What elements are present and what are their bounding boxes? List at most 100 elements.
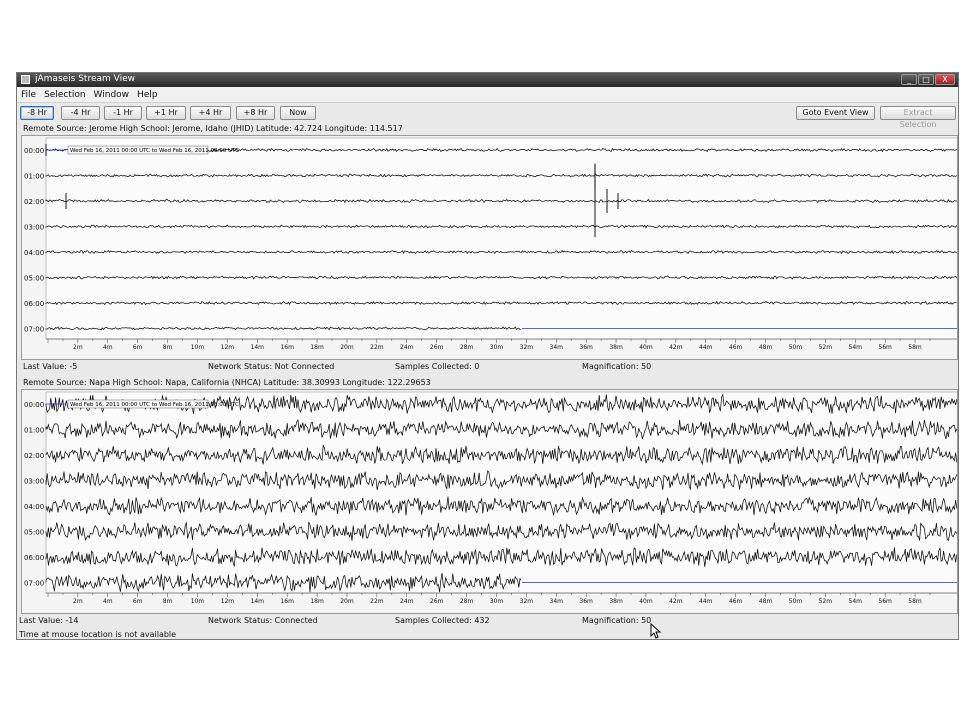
minute-tick-label: 20m	[340, 598, 354, 605]
minute-tick-label: 30m	[490, 598, 504, 605]
minute-tick-label: 44m	[699, 598, 713, 605]
minute-tick-label: 56m	[878, 598, 892, 605]
minute-tick-label: 16m	[280, 344, 294, 351]
title-bar[interactable]: jAmaseis Stream View _ □ X	[17, 73, 958, 87]
minute-tick-label: 52m	[819, 598, 833, 605]
stream2-seismogram[interactable]: 00:00 01:00 02:00 03:00 04:00 05:00 06:00 07:00…	[22, 390, 957, 613]
stream1-samples: Samples Collected: 0	[395, 362, 480, 371]
hour-label: 03:00	[24, 224, 44, 232]
extract-selection-button: Extract Selection	[880, 106, 956, 129]
stream2-source-label: Remote Source: Napa High School: Napa, C…	[23, 378, 431, 387]
minute-tick-label: 34m	[550, 344, 564, 351]
menu-bar: File Selection Window Help	[17, 87, 958, 103]
minute-tick-label: 24m	[400, 344, 414, 351]
minute-tick-label: 18m	[310, 344, 324, 351]
minute-tick-label: 32m	[520, 598, 534, 605]
stream1-source-label: Remote Source: Jerome High School: Jerom…	[23, 124, 403, 133]
menu-file[interactable]: File	[21, 90, 36, 100]
minute-tick-label: 6m	[133, 598, 143, 605]
stream2-status: Last Value: -14 Network Status: Connecte…	[19, 616, 958, 626]
minute-tick-label: 46m	[729, 598, 743, 605]
minute-tick-label: 46m	[729, 344, 743, 351]
stream1-plot-panel[interactable]: 00:00 01:00 02:00 03:00 04:00 05:00 06:00 07:00…	[21, 135, 958, 360]
minute-tick-label: 40m	[639, 344, 653, 351]
minute-tick-label: 24m	[400, 598, 414, 605]
minute-tick-label: 12m	[221, 598, 235, 605]
minute-tick-label: 20m	[340, 344, 354, 351]
hour-label: 06:00	[24, 554, 44, 562]
hour-label: 00:00	[24, 147, 44, 155]
hour-label: 05:00	[24, 529, 44, 537]
minute-tick-label: 42m	[669, 344, 683, 351]
plus-4-hr-button[interactable]: +4 Hr	[190, 106, 231, 120]
minute-tick-label: 10m	[191, 344, 205, 351]
stream1-seismogram[interactable]: 00:00 01:00 02:00 03:00 04:00 05:00 06:00 07:00…	[22, 136, 957, 359]
menu-selection[interactable]: Selection	[44, 90, 85, 100]
minute-tick-label: 12m	[221, 344, 235, 351]
minute-tick-label: 58m	[908, 598, 922, 605]
minute-tick-label: 58m	[908, 344, 922, 351]
minute-tick-label: 6m	[133, 344, 143, 351]
minute-tick-label: 18m	[310, 598, 324, 605]
minute-tick-label: 54m	[849, 344, 863, 351]
time-range-label: Wed Feb 16, 2011 00:00 UTC to Wed Feb 16…	[67, 399, 239, 409]
minute-tick-label: 28m	[460, 598, 474, 605]
minute-tick-label: 2m	[73, 598, 83, 605]
minute-tick-label: 48m	[759, 344, 773, 351]
goto-event-view-button[interactable]: Goto Event View	[796, 106, 875, 120]
minute-tick-label: 36m	[579, 598, 593, 605]
minute-tick-label: 54m	[849, 598, 863, 605]
hour-label: 04:00	[24, 503, 44, 511]
minute-tick-label: 40m	[639, 598, 653, 605]
minute-tick-label: 10m	[191, 598, 205, 605]
minute-tick-label: 50m	[789, 598, 803, 605]
minute-tick-label: 56m	[878, 344, 892, 351]
minute-tick-label: 8m	[163, 344, 173, 351]
hour-label: 02:00	[24, 198, 44, 206]
hour-label: 06:00	[24, 300, 44, 308]
hour-label: 01:00	[24, 173, 44, 181]
hour-label: 05:00	[24, 275, 44, 283]
minute-tick-label: 2m	[73, 344, 83, 351]
hour-label: 03:00	[24, 478, 44, 486]
minute-tick-label: 4m	[103, 598, 113, 605]
stream2-network-status: Network Status: Connected	[208, 616, 318, 625]
window-title: jAmaseis Stream View	[35, 74, 135, 84]
now-button[interactable]: Now	[280, 106, 316, 120]
minus-1-hr-button[interactable]: -1 Hr	[104, 106, 142, 120]
minimize-icon[interactable]: _	[901, 74, 917, 85]
minute-tick-label: 50m	[789, 344, 803, 351]
time-range-label: Wed Feb 16, 2011 00:00 UTC to Wed Feb 16…	[67, 145, 239, 155]
stream2-last-value: Last Value: -14	[19, 616, 79, 625]
svg-text:Wed Feb 16, 2011 00:00 UTC to: Wed Feb 16, 2011 00:00 UTC to Wed Feb 16…	[70, 148, 239, 154]
plus-1-hr-button[interactable]: +1 Hr	[146, 106, 186, 120]
minute-tick-label: 32m	[520, 344, 534, 351]
stream1-status: Last Value: -5 Network Status: Not Conne…	[21, 362, 958, 372]
menu-window[interactable]: Window	[94, 90, 130, 100]
status-bar: Time at mouse location is not available	[19, 630, 177, 639]
svg-text:Wed Feb 16, 2011 00:00 UTC to: Wed Feb 16, 2011 00:00 UTC to Wed Feb 16…	[70, 402, 239, 408]
minute-tick-label: 14m	[251, 344, 265, 351]
minute-tick-label: 26m	[430, 344, 444, 351]
minus-4-hr-button[interactable]: -4 Hr	[61, 106, 100, 120]
minute-tick-label: 52m	[819, 344, 833, 351]
maximize-icon[interactable]: □	[918, 74, 934, 85]
minus-8-hr-button[interactable]: -8 Hr	[20, 106, 54, 120]
minute-tick-label: 34m	[550, 598, 564, 605]
minute-tick-label: 44m	[699, 344, 713, 351]
minute-tick-label: 38m	[609, 598, 623, 605]
minute-tick-label: 48m	[759, 598, 773, 605]
plus-8-hr-button[interactable]: +8 Hr	[236, 106, 275, 120]
stream2-plot-panel[interactable]: 00:00 01:00 02:00 03:00 04:00 05:00 06:00 07:00…	[21, 389, 958, 614]
menu-help[interactable]: Help	[137, 90, 158, 100]
minute-tick-label: 30m	[490, 344, 504, 351]
stream2-samples: Samples Collected: 432	[395, 616, 490, 625]
minute-tick-label: 26m	[430, 598, 444, 605]
minute-tick-label: 28m	[460, 344, 474, 351]
hour-label: 07:00	[24, 326, 44, 334]
mouse-cursor-icon	[650, 623, 662, 639]
close-icon[interactable]: X	[935, 74, 955, 85]
minute-tick-label: 36m	[579, 344, 593, 351]
minute-tick-label: 16m	[280, 598, 294, 605]
app-icon	[21, 75, 30, 84]
